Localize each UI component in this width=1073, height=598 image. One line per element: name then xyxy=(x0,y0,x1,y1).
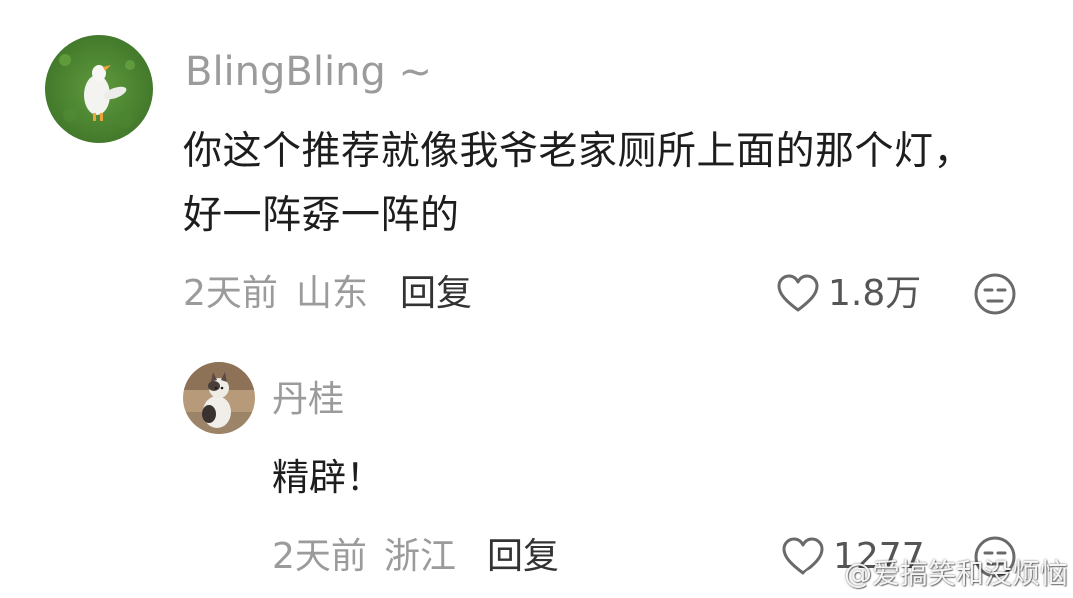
weibo-logo-icon xyxy=(802,561,837,589)
avatar[interactable] xyxy=(183,362,255,434)
watermark: @爱搞笑和没烦恼 xyxy=(802,556,1068,592)
comment-timestamp: 2天前 xyxy=(183,273,278,314)
comment-text-line: 你这个推荐就像我爷老家厕所上面的那个灯， xyxy=(183,129,974,174)
comment-location: 浙江 xyxy=(384,536,457,577)
like-count: 1.8万 xyxy=(828,273,922,314)
reply-button[interactable]: 回复 xyxy=(400,270,472,318)
comment-timestamp: 2天前 xyxy=(272,536,367,577)
heart-outline-icon xyxy=(777,274,819,312)
comment-text-line: 好一阵孬一阵的 xyxy=(183,193,460,238)
comment-text-line: 精辟！ xyxy=(272,456,383,499)
comment-username[interactable]: BlingBling ~ xyxy=(185,46,432,98)
reply-button[interactable]: 回复 xyxy=(487,533,559,581)
comment-location: 山东 xyxy=(296,273,369,314)
unamused-face-icon xyxy=(974,273,1016,315)
cat-avatar-image xyxy=(183,362,255,434)
duck-avatar-image xyxy=(45,35,153,143)
comment-username[interactable]: 丹桂 xyxy=(272,376,344,424)
avatar[interactable] xyxy=(45,35,153,143)
like-button[interactable]: 1.8万 xyxy=(776,270,921,318)
watermark-text: @爱搞笑和没烦恼 xyxy=(844,557,1069,590)
dislike-button[interactable] xyxy=(973,272,1017,316)
